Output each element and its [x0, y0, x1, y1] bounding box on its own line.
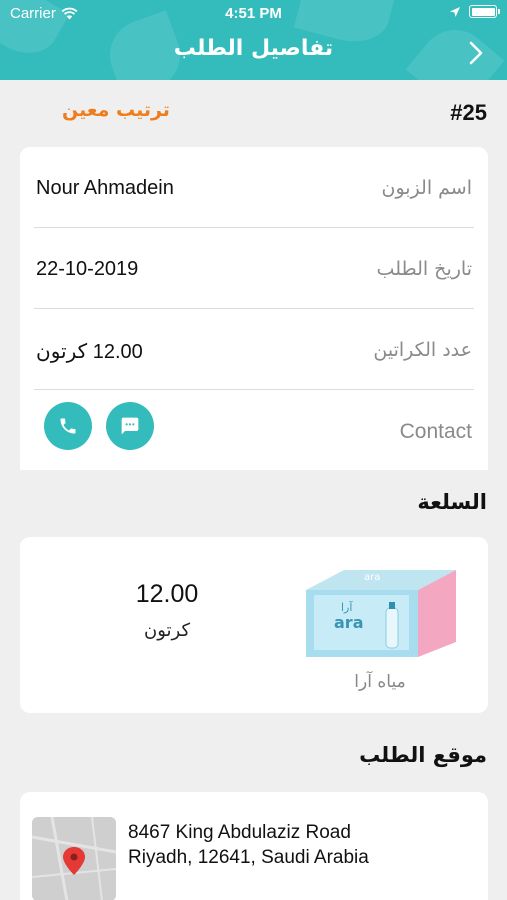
status-time: 4:51 PM [225, 5, 282, 22]
location-arrow-icon [450, 6, 460, 17]
product-unit: كرتون [143, 620, 191, 641]
call-button[interactable] [44, 402, 92, 450]
customer-label: اسم الزبون [381, 177, 473, 199]
contact-row: Contact [34, 390, 474, 471]
order-status-badge: ترتيب معين [62, 99, 170, 121]
address-line-2: Riyadh, 12641, Saudi Arabia [128, 847, 369, 868]
contact-label: Contact [399, 420, 472, 443]
order-number: #25 [450, 100, 487, 125]
cartons-value: 12.00 كرتون [36, 341, 143, 363]
message-button[interactable] [106, 402, 154, 450]
product-section-title: السلعة [417, 490, 487, 514]
chevron-right-icon[interactable] [461, 38, 491, 68]
cartons-label: عدد الكراتين [373, 339, 472, 361]
box-brand-ar: آرا [341, 600, 353, 614]
date-row: تاريخ الطلب 22-10-2019 [34, 228, 474, 309]
product-quantity: 12.00 [135, 580, 199, 608]
customer-row: اسم الزبون Nour Ahmadein [34, 147, 474, 228]
map-thumbnail[interactable] [32, 817, 116, 900]
status-right [449, 5, 500, 18]
battery-icon [469, 5, 500, 18]
box-top-brand: ara [364, 572, 380, 583]
customer-value: Nour Ahmadein [36, 177, 174, 199]
product-image: آرا ara ara [306, 570, 456, 657]
date-value: 22-10-2019 [36, 258, 139, 280]
phone-icon [60, 418, 76, 434]
nav-header: Carrier 4:51 PM تفاصيل الطلب [0, 0, 507, 80]
map-roads [32, 817, 116, 900]
box-brand: ara [334, 613, 363, 632]
location-card[interactable]: 8467 King Abdulaziz Road Riyadh, 12641, … [20, 792, 488, 900]
location-section-title: موقع الطلب [359, 743, 487, 767]
cartons-row: عدد الكراتين 12.00 كرتون [34, 309, 474, 390]
page-title: تفاصيل الطلب [173, 36, 334, 61]
order-info-card: اسم الزبون Nour Ahmadein تاريخ الطلب 22-… [20, 147, 488, 470]
product-name: مياه آرا [354, 672, 406, 692]
status-bar: Carrier 4:51 PM [0, 0, 507, 28]
address: 8467 King Abdulaziz Road Riyadh, 12641, … [128, 820, 369, 870]
chat-icon [121, 417, 139, 435]
date-label: تاريخ الطلب [376, 258, 472, 280]
address-line-1: 8467 King Abdulaziz Road [128, 822, 351, 843]
product-card[interactable]: آرا ara ara 12.00 كرتون مياه آرا [20, 537, 488, 713]
